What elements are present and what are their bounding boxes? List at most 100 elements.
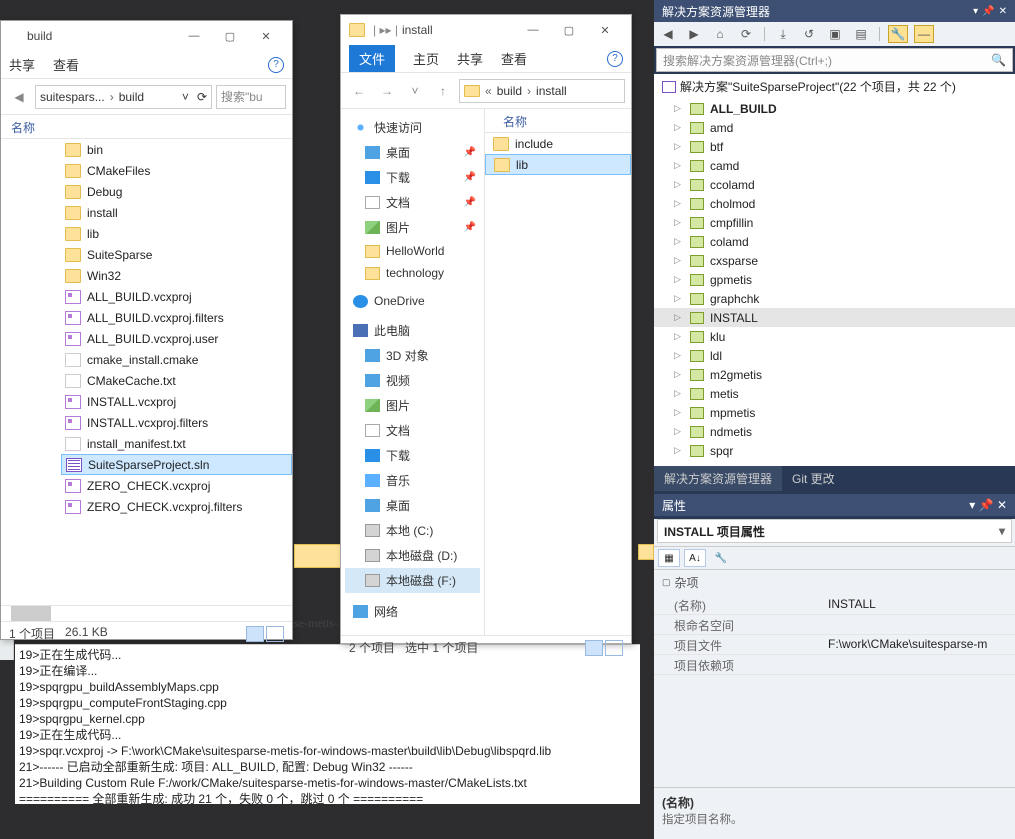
prop-value[interactable] <box>824 655 1015 674</box>
file-row[interactable]: SuiteSparse <box>61 244 292 265</box>
solution-root[interactable]: 解决方案"SuiteSparseProject"(22 个项目，共 22 个) <box>654 74 1015 99</box>
expand-icon[interactable]: ▷ <box>674 217 684 228</box>
tab-home[interactable]: 主页 <box>413 49 439 68</box>
collapse-icon[interactable]: ↺ <box>799 25 819 43</box>
expand-icon[interactable]: ▷ <box>674 407 684 418</box>
close-icon[interactable]: ✕ <box>997 498 1007 512</box>
nav-thispc[interactable]: 此电脑 <box>345 318 480 343</box>
project-item[interactable]: ▷cxsparse <box>654 251 1015 270</box>
project-item[interactable]: ▷cmpfillin <box>654 213 1015 232</box>
address-bar[interactable]: suitespars... › build ˅ ⟳ <box>35 85 212 109</box>
file-row[interactable]: lib <box>61 223 292 244</box>
file-row[interactable]: bin <box>61 139 292 160</box>
nav-pictures2[interactable]: 图片 <box>345 393 480 418</box>
expand-icon[interactable]: ▷ <box>674 293 684 304</box>
property-row[interactable]: 根命名空间 <box>654 615 1015 635</box>
file-row[interactable]: ALL_BUILD.vcxproj.user <box>61 328 292 349</box>
category-misc[interactable]: ▢ 杂项 <box>654 570 1015 595</box>
project-item[interactable]: ▷INSTALL <box>654 308 1015 327</box>
forward-icon[interactable]: ▶ <box>684 25 704 43</box>
file-row[interactable]: install <box>61 202 292 223</box>
nav-music[interactable]: 音乐 <box>345 468 480 493</box>
refresh-icon[interactable]: ⟳ <box>197 90 207 104</box>
dropdown-icon[interactable]: ▾ <box>973 6 978 17</box>
filter-icon[interactable]: — <box>914 25 934 43</box>
titlebar-install[interactable]: | ▸▸ | install — ▢ ✕ <box>341 15 631 45</box>
recent-icon[interactable]: ˅ <box>403 79 427 103</box>
search-icon[interactable]: 🔍 <box>991 53 1006 67</box>
prop-wrench-icon[interactable]: 🔧 <box>710 549 732 567</box>
back-icon[interactable]: ← <box>347 79 371 103</box>
expand-icon[interactable]: ▷ <box>674 103 684 114</box>
property-row[interactable]: 项目依赖项 <box>654 655 1015 675</box>
project-item[interactable]: ▷metis <box>654 384 1015 403</box>
back-icon[interactable]: ◀ <box>658 25 678 43</box>
expand-icon[interactable]: ▷ <box>674 179 684 190</box>
tab-share[interactable]: 共享 <box>9 55 35 74</box>
file-row[interactable]: ZERO_CHECK.vcxproj.filters <box>61 496 292 517</box>
forward-icon[interactable]: → <box>375 79 399 103</box>
expand-icon[interactable]: ▷ <box>674 331 684 342</box>
wrench-icon[interactable]: 🔧 <box>888 25 908 43</box>
sln-search[interactable]: 搜索解决方案资源管理器(Ctrl+;) 🔍 <box>656 48 1013 72</box>
file-row[interactable]: ALL_BUILD.vcxproj <box>61 286 292 307</box>
project-item[interactable]: ▷m2gmetis <box>654 365 1015 384</box>
project-item[interactable]: ▷graphchk <box>654 289 1015 308</box>
pin-icon[interactable]: 📌 <box>979 498 994 512</box>
nav-pictures[interactable]: 图片📌 <box>345 215 480 240</box>
close-icon[interactable]: ✕ <box>999 6 1007 17</box>
nav-downloads[interactable]: 下载📌 <box>345 165 480 190</box>
expand-icon[interactable]: ▷ <box>674 445 684 456</box>
solution-explorer-title[interactable]: 解决方案资源管理器 ▾ 📌 ✕ <box>654 0 1015 22</box>
categorized-icon[interactable]: ▦ <box>658 549 680 567</box>
nav-videos[interactable]: 视频 <box>345 368 480 393</box>
expand-icon[interactable]: ▷ <box>674 350 684 361</box>
property-row[interactable]: (名称)INSTALL <box>654 595 1015 615</box>
tab-file[interactable]: 文件 <box>349 45 395 72</box>
expand-icon[interactable]: ▷ <box>674 388 684 399</box>
project-item[interactable]: ▷mpmetis <box>654 403 1015 422</box>
dropdown-icon[interactable]: ▾ <box>969 498 975 512</box>
up-icon[interactable]: ◀ <box>7 85 31 109</box>
expand-icon[interactable]: ▷ <box>674 255 684 266</box>
quick-access[interactable]: 快速访问 <box>345 115 480 140</box>
file-row[interactable]: Win32 <box>61 265 292 286</box>
project-item[interactable]: ▷klu <box>654 327 1015 346</box>
expand-icon[interactable]: ▷ <box>674 141 684 152</box>
tab-solution-explorer[interactable]: 解决方案资源管理器 <box>654 466 782 491</box>
view-details-icon[interactable] <box>246 626 264 642</box>
file-row[interactable]: cmake_install.cmake <box>61 349 292 370</box>
file-row[interactable]: CMakeFiles <box>61 160 292 181</box>
project-item[interactable]: ▷ALL_BUILD <box>654 99 1015 118</box>
tab-view[interactable]: 查看 <box>501 49 527 68</box>
file-row[interactable]: install_manifest.txt <box>61 433 292 454</box>
properties-object-select[interactable]: INSTALL 项目属性 <box>657 519 1012 543</box>
address-bar-install[interactable]: « build › install <box>459 79 625 103</box>
expand-icon[interactable]: ▷ <box>674 274 684 285</box>
nav-documents2[interactable]: 文档 <box>345 418 480 443</box>
show-all-icon[interactable]: ▣ <box>825 25 845 43</box>
project-item[interactable]: ▷amd <box>654 118 1015 137</box>
file-row[interactable]: lib <box>485 154 631 175</box>
h-scrollbar[interactable] <box>1 605 292 621</box>
expand-icon[interactable]: ▷ <box>674 369 684 380</box>
file-row[interactable]: ALL_BUILD.vcxproj.filters <box>61 307 292 328</box>
help-icon[interactable]: ? <box>268 57 284 73</box>
file-row[interactable]: INSTALL.vcxproj.filters <box>61 412 292 433</box>
project-item[interactable]: ▷camd <box>654 156 1015 175</box>
prop-value[interactable] <box>824 615 1015 634</box>
expand-icon[interactable]: ▷ <box>674 160 684 171</box>
search-input[interactable]: 搜索"bu <box>216 85 286 109</box>
nav-local-d[interactable]: 本地磁盘 (D:) <box>345 543 480 568</box>
maximize-icon[interactable]: ▢ <box>551 18 587 42</box>
crumb-1[interactable]: install <box>536 84 567 98</box>
expand-icon[interactable]: ▷ <box>674 198 684 209</box>
up-icon[interactable]: ↑ <box>431 79 455 103</box>
pin-icon[interactable]: 📌 <box>982 6 994 17</box>
view-large-icon[interactable] <box>605 640 623 656</box>
maximize-icon[interactable]: ▢ <box>212 24 248 48</box>
build-output[interactable]: 19>正在生成代码...19>正在编译...19>spqrgpu_buildAs… <box>15 644 640 804</box>
close-icon[interactable]: ✕ <box>248 24 284 48</box>
nav-3d[interactable]: 3D 对象 <box>345 343 480 368</box>
nav-documents[interactable]: 文档📌 <box>345 190 480 215</box>
